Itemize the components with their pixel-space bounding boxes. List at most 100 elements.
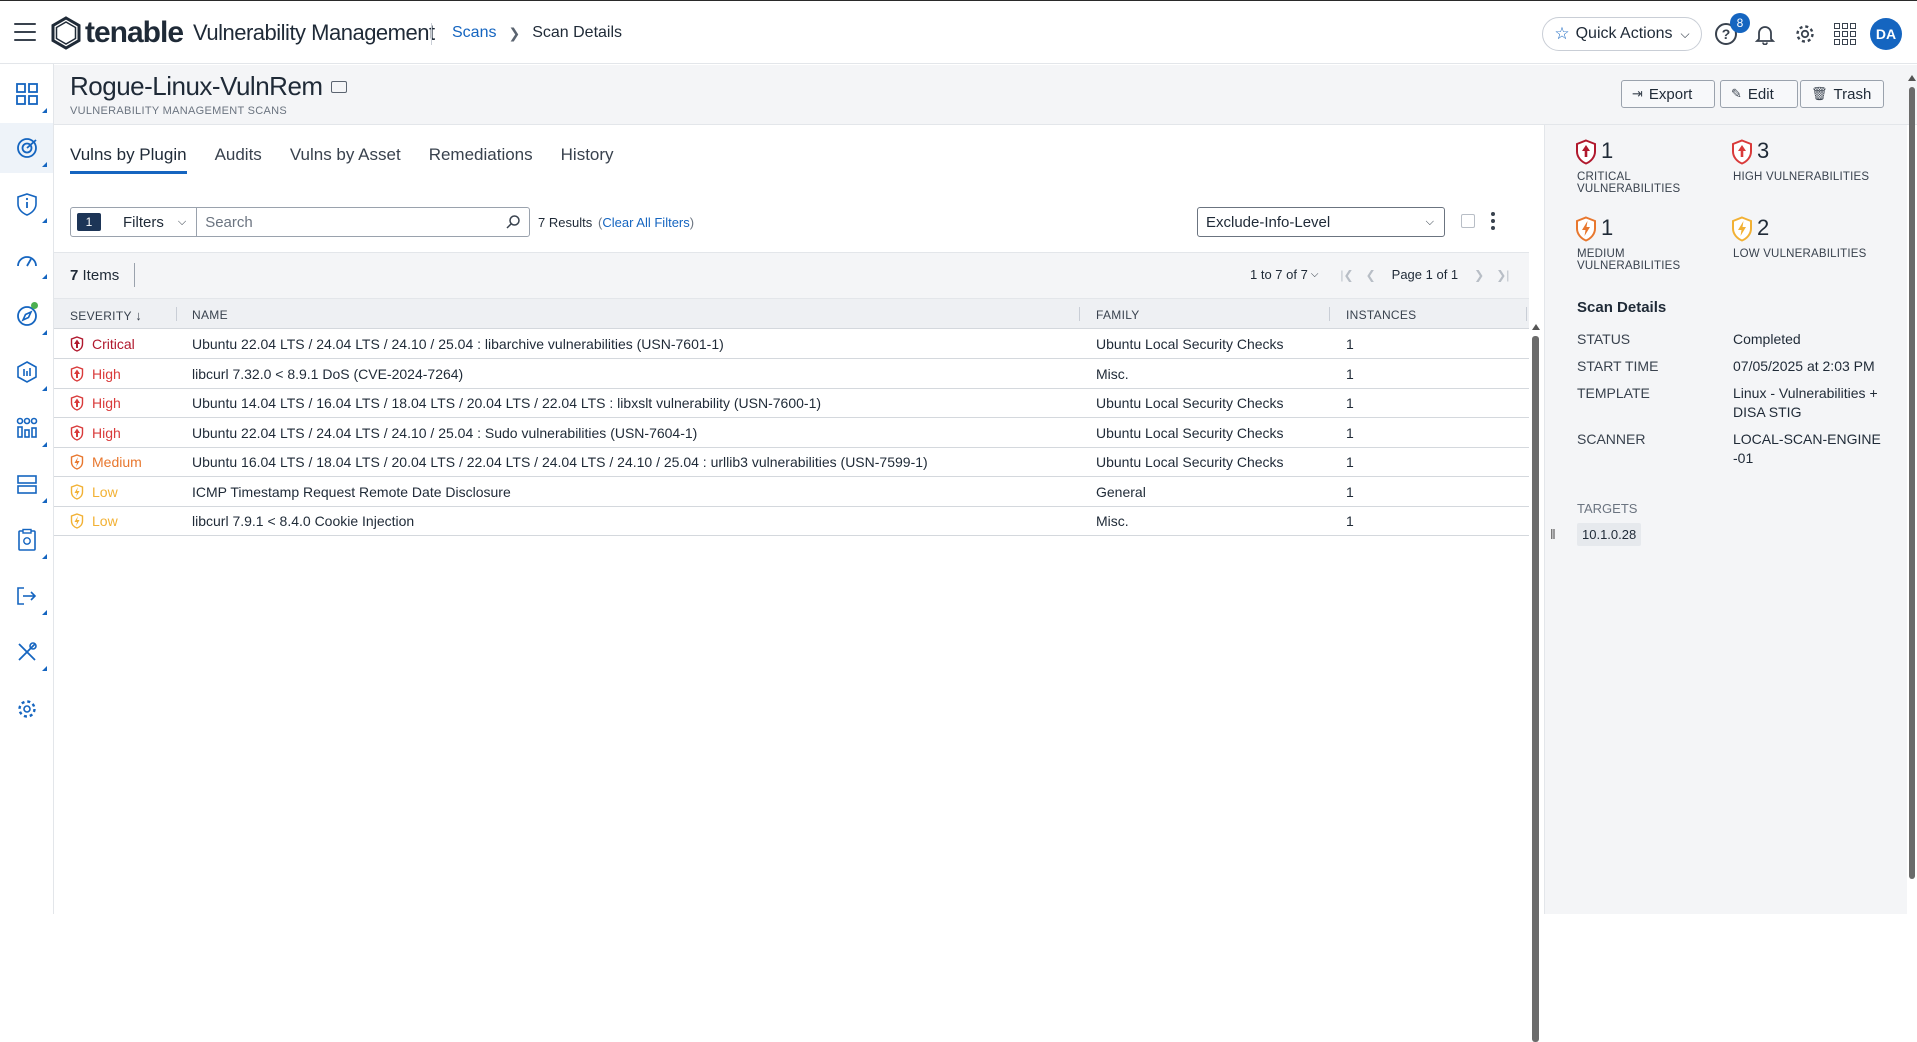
- app-logo[interactable]: tenable Vulnerability Management: [49, 16, 435, 50]
- first-page-icon[interactable]: |❮: [1340, 268, 1353, 282]
- breadcrumb-scans-link[interactable]: Scans: [452, 24, 496, 42]
- tab-history[interactable]: History: [561, 145, 614, 174]
- assets-icon: [16, 361, 37, 383]
- quick-actions-label: Quick Actions: [1575, 25, 1673, 42]
- scrollbar-thumb[interactable]: [1532, 336, 1539, 1042]
- column-divider[interactable]: [176, 307, 177, 321]
- clear-all-filters-link[interactable]: (Clear All Filters): [598, 215, 694, 230]
- more-options-icon[interactable]: [1490, 212, 1496, 230]
- plugin-family: Ubuntu Local Security Checks: [1096, 336, 1284, 352]
- critical-stat[interactable]: 1: [1575, 139, 1613, 165]
- search-icon[interactable]: [505, 214, 521, 230]
- menu-icon[interactable]: [14, 23, 36, 41]
- trash-button[interactable]: 🗑 Trash: [1800, 80, 1884, 108]
- save-filter-icon[interactable]: [1461, 214, 1475, 228]
- column-name[interactable]: NAME: [192, 308, 228, 322]
- last-page-icon[interactable]: ❯|: [1496, 268, 1509, 282]
- instances-count: 1: [1346, 483, 1354, 500]
- nav-dashboard[interactable]: [0, 69, 53, 119]
- scroll-up-arrow[interactable]: [1908, 75, 1916, 81]
- expand-indicator: [42, 498, 47, 503]
- tab-audits[interactable]: Audits: [215, 145, 262, 174]
- tab-vulns-by-plugin[interactable]: Vulns by Plugin: [70, 145, 187, 174]
- medium-stat[interactable]: 1: [1575, 216, 1613, 242]
- nav-settings[interactable]: [0, 684, 53, 734]
- nav-reports[interactable]: [0, 403, 53, 453]
- breadcrumb-current: Scan Details: [532, 24, 623, 41]
- severity-shield-icon: [70, 513, 84, 529]
- panel-resize-handle[interactable]: ‖: [1550, 526, 1556, 542]
- prev-page-icon[interactable]: ❮: [1366, 268, 1376, 282]
- scroll-up-arrow[interactable]: [1532, 324, 1540, 330]
- severity-label: High: [92, 365, 121, 382]
- table-row[interactable]: High Ubuntu 22.04 LTS / 24.04 LTS / 24.10…: [54, 419, 1529, 448]
- edit-button[interactable]: ✎ Edit: [1720, 80, 1798, 108]
- chevron-down-icon[interactable]: ⌵: [178, 216, 186, 229]
- nav-compliance[interactable]: [0, 515, 53, 565]
- table-row[interactable]: Low ICMP Timestamp Request Remote Date Di…: [54, 478, 1529, 507]
- quick-actions-button[interactable]: ☆ Quick Actions ⌵: [1542, 17, 1702, 51]
- notifications-button[interactable]: [1752, 21, 1778, 47]
- page-size-dropdown[interactable]: 1 to 7 of 7: [1250, 267, 1308, 282]
- nav-info[interactable]: [0, 179, 53, 229]
- clear-all-filters-label[interactable]: Clear All Filters: [602, 215, 689, 230]
- table-row[interactable]: High Ubuntu 14.04 LTS / 16.04 LTS / 18.04…: [54, 389, 1529, 418]
- apps-grid-icon: [1834, 23, 1856, 45]
- table-row[interactable]: High libcurl 7.32.0 < 8.9.1 DoS (CVE-2024…: [54, 360, 1529, 389]
- scrollbar-thumb[interactable]: [1909, 87, 1915, 879]
- scan-type-icon: [330, 80, 347, 93]
- severity-shield-icon: [70, 365, 84, 382]
- column-divider[interactable]: [1329, 307, 1330, 321]
- nav-scans[interactable]: [0, 123, 53, 173]
- view-select[interactable]: Exclude-Info-Level ⌵: [1197, 207, 1445, 237]
- severity-cell: High: [70, 366, 121, 382]
- export-button[interactable]: ⇥ Export: [1621, 80, 1715, 108]
- column-family[interactable]: FAMILY: [1096, 308, 1140, 322]
- instances-count: 1: [1346, 395, 1354, 411]
- chevron-down-icon: ⌵: [1680, 26, 1690, 41]
- nav-tools[interactable]: [0, 627, 53, 677]
- page-subtitle: VULNERABILITY MANAGEMENT SCANS: [70, 105, 288, 117]
- low-stat[interactable]: 2: [1731, 216, 1769, 242]
- tab-vulns-by-asset[interactable]: Vulns by Asset: [290, 145, 401, 174]
- scanner-value: LOCAL-SCAN-ENGINE-01: [1733, 431, 1881, 466]
- tab-remediations[interactable]: Remediations: [429, 145, 533, 174]
- severity-shield-icon: [70, 395, 84, 411]
- nav-logout[interactable]: [0, 571, 53, 621]
- next-page-icon[interactable]: ❯: [1474, 268, 1484, 282]
- instances-count: 1: [1346, 336, 1354, 352]
- table-row[interactable]: Low libcurl 7.9.1 < 8.4.0 Cookie Injectio…: [54, 507, 1529, 536]
- help-badge: 8: [1730, 13, 1750, 33]
- targets-key: TARGETS: [1577, 501, 1638, 516]
- chevron-down-icon[interactable]: ⌵: [1311, 269, 1319, 280]
- nav-explore[interactable]: [0, 291, 53, 341]
- severity-shield-icon: [70, 424, 84, 441]
- table-row[interactable]: Medium Ubuntu 16.04 LTS / 18.04 LTS / 20.…: [54, 448, 1529, 477]
- target-chip[interactable]: 10.1.0.28: [1577, 523, 1642, 546]
- search-input[interactable]: [197, 213, 505, 231]
- column-divider[interactable]: [1526, 307, 1527, 321]
- column-divider[interactable]: [1079, 307, 1080, 321]
- nav-assets[interactable]: [0, 347, 53, 397]
- expand-indicator: [42, 108, 47, 113]
- column-instances[interactable]: INSTANCES: [1346, 308, 1417, 322]
- scan-summary-panel: ‖ 1 CRITICAL VULNERABILITIES 3 HIGH VULN…: [1544, 125, 1907, 914]
- column-severity[interactable]: SEVERITY ↓: [70, 308, 142, 323]
- nav-list[interactable]: [0, 459, 53, 509]
- nav-gauge[interactable]: [0, 235, 53, 285]
- filters-dropdown[interactable]: Filters: [123, 214, 164, 231]
- table-row[interactable]: Critical Ubuntu 22.04 LTS / 24.04 LTS / 2…: [54, 330, 1529, 359]
- severity-cell: Medium: [70, 454, 142, 470]
- template-key: TEMPLATE: [1577, 385, 1650, 401]
- avatar[interactable]: DA: [1870, 18, 1902, 50]
- severity-shield-icon: [70, 454, 84, 470]
- top-bar: tenable Vulnerability Management Scans ❯…: [0, 0, 1917, 64]
- plugin-family: Ubuntu Local Security Checks: [1096, 395, 1284, 411]
- plugin-name: libcurl 7.32.0 < 8.9.1 DoS (CVE-2024-726…: [192, 365, 464, 382]
- page-scrollbar[interactable]: [1908, 75, 1916, 879]
- apps-button[interactable]: [1832, 21, 1858, 47]
- settings-button[interactable]: [1792, 21, 1818, 47]
- high-stat[interactable]: 3: [1731, 139, 1769, 165]
- table-scrollbar[interactable]: [1531, 324, 1540, 1042]
- plugin-family: General: [1096, 483, 1146, 500]
